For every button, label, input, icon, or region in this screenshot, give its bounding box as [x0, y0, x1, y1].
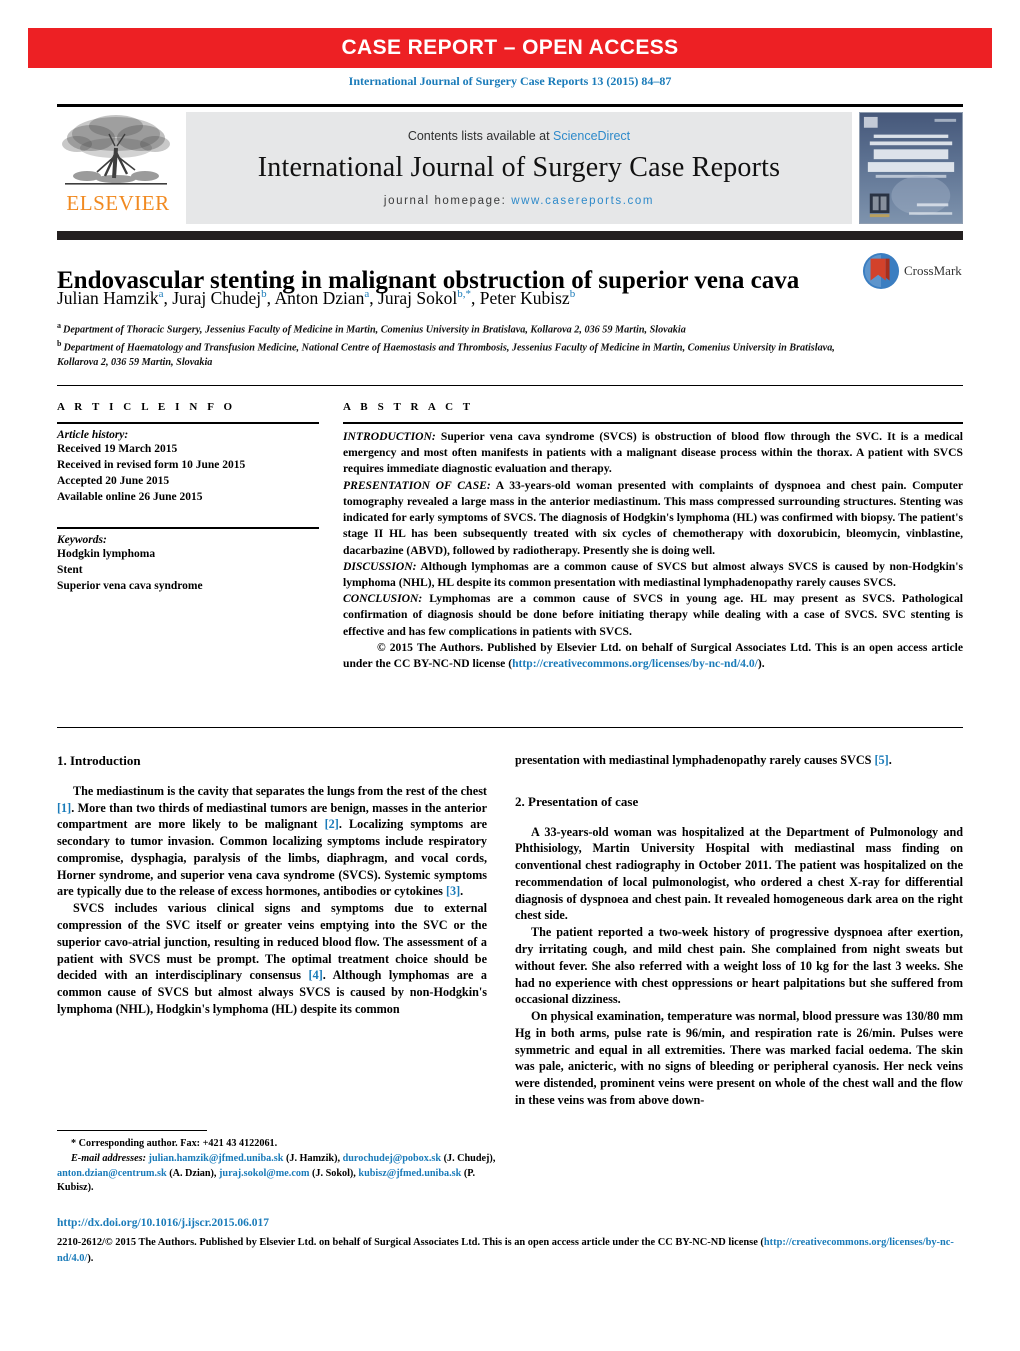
abstract-section-label: DISCUSSION: [343, 559, 417, 573]
journal-homepage-line: journal homepage: www.casereports.com [384, 195, 654, 207]
citation-reference[interactable]: [5] [874, 753, 888, 767]
journal-cover-thumbnail [859, 112, 963, 224]
affiliation-entry: a Department of Thoracic Surgery, Jessen… [57, 321, 686, 336]
footnote-rule [57, 1130, 207, 1131]
elsevier-tree-icon [62, 115, 170, 185]
doi-link[interactable]: http://dx.doi.org/10.1016/j.ijscr.2015.0… [57, 1217, 557, 1229]
contents-prefix: Contents lists available at [407, 129, 554, 143]
info-abstract-top-rule [57, 385, 963, 386]
keywords-lines: Hodgkin lymphoma Stent Superior vena cava … [57, 547, 319, 595]
journal-title: International Journal of Surgery Case Re… [257, 152, 781, 183]
abstract-section: INTRODUCTION: Superior vena cava syndrom… [343, 430, 963, 476]
abstract-section-label: CONCLUSION: [343, 592, 423, 606]
citation-reference[interactable]: [2] [325, 817, 339, 831]
email-link[interactable]: anton.dzian@centrum.sk [57, 1168, 167, 1179]
paragraph-continuation: presentation with mediastinal lymphadeno… [515, 753, 892, 767]
body-paragraph: On physical examination, temperature was… [515, 1009, 963, 1107]
email-addresses-line: E-mail addresses: julian.hamzik@jfmed.un… [57, 1152, 496, 1194]
body-column-left: 1. Introduction The mediastinum is the c… [57, 752, 487, 1018]
author-name: Anton Dzian [274, 288, 365, 308]
header-divider-bar [57, 231, 963, 240]
abstract-section-label: INTRODUCTION: [343, 430, 436, 443]
author-name: Juraj Sokol [378, 288, 458, 308]
citation-reference[interactable]: [3] [446, 884, 460, 898]
left-paragraphs: The mediastinum is the cavity that separ… [57, 783, 487, 1018]
article-history-line: Available online 26 June 2015 [57, 490, 203, 503]
abstract-section: PRESENTATION OF CASE: A 33-years-old wom… [343, 478, 963, 557]
right-paragraphs: A 33-years-old woman was hospitalized at… [515, 824, 963, 1109]
cover-artwork [860, 113, 962, 223]
abstract-column: A B S T R A C T INTRODUCTION: Superior v… [343, 401, 963, 672]
elsevier-wordmark: ELSEVIER [66, 191, 170, 215]
body-paragraph: SVCS includes various clinical signs and… [57, 901, 487, 1016]
body-paragraph: A 33-years-old woman was hospitalized at… [515, 824, 963, 923]
keyword-item: Stent [57, 564, 83, 577]
email-link[interactable]: julian.hamzik@jfmed.uniba.sk [149, 1153, 284, 1164]
article-info-column: A R T I C L E I N F O Article history: R… [57, 401, 319, 595]
abstract-section: CONCLUSION: Lymphomas are a common cause… [343, 592, 963, 638]
author-affiliation-mark: a [364, 288, 370, 301]
abstract-heading: A B S T R A C T [343, 401, 474, 413]
article-history-line: Received in revised form 10 June 2015 [57, 458, 246, 471]
abstract-section-label: PRESENTATION OF CASE: [343, 478, 491, 492]
article-history-lines: Received 19 March 2015 Received in revise… [57, 442, 319, 505]
author-affiliation-mark: b [569, 288, 576, 301]
author-name: Julian Hamzik [57, 288, 159, 308]
crossmark-icon [862, 252, 900, 290]
crossmark-label: CrossMark [904, 263, 962, 278]
abstract-license-link[interactable]: http://creativecommons.org/licenses/by-n… [512, 657, 758, 670]
section-heading-introduction: 1. Introduction [57, 753, 141, 768]
author-affiliation-mark: a [158, 288, 164, 301]
body-paragraph: The patient reported a two-week history … [515, 925, 963, 1007]
info-abstract-bottom-rule [57, 727, 963, 728]
body-column-right: presentation with mediastinal lymphadeno… [515, 752, 963, 1109]
footnote-block: * Corresponding author. Fax: +421 43 412… [57, 1137, 497, 1196]
article-history-line: Accepted 20 June 2015 [57, 474, 170, 487]
contents-lists-line: Contents lists available at ScienceDirec… [408, 129, 630, 143]
author-list: Julian Hamzika, Juraj Chudejb, Anton Dzi… [57, 288, 576, 308]
crossmark-badge[interactable]: CrossMark [862, 248, 962, 294]
section-heading-presentation: 2. Presentation of case [515, 793, 639, 809]
author-affiliation-mark: b [261, 288, 267, 301]
journal-header: ELSEVIER Contents lists available at Sci… [57, 104, 963, 226]
sciencedirect-link[interactable]: ScienceDirect [553, 129, 630, 143]
body-paragraph: The mediastinum is the cavity that separ… [57, 783, 487, 899]
email-link[interactable]: juraj.sokol@me.com [219, 1168, 309, 1179]
journal-title-band: Contents lists available at ScienceDirec… [186, 112, 852, 224]
article-info-heading: A R T I C L E I N F O [57, 401, 236, 413]
article-history-line: Received 19 March 2015 [57, 443, 178, 455]
citation-reference[interactable]: [1] [57, 801, 71, 815]
homepage-prefix: journal homepage: [383, 195, 512, 207]
issn-tail: ). [87, 1252, 94, 1264]
journal-citation: International Journal of Surgery Case Re… [348, 74, 672, 88]
corresponding-author-note: * Corresponding author. Fax: +421 43 412… [71, 1138, 278, 1149]
email-addresses-label: E-mail addresses: [71, 1152, 149, 1164]
article-info-rule [57, 422, 319, 424]
affiliation-list: a Department of Thoracic Surgery, Jessen… [57, 320, 847, 370]
issn-text: 2210-2612/© 2015 The Authors. Published … [57, 1237, 764, 1248]
keywords-label: Keywords: [57, 534, 107, 547]
journal-homepage-link[interactable]: www.casereports.com [511, 195, 654, 207]
abstract-section: DISCUSSION: Although lymphomas are a com… [343, 559, 963, 589]
abstract-copyright: © 2015 The Authors. Published by Elsevie… [343, 640, 963, 671]
author-affiliation-mark: b,* [457, 288, 472, 301]
keyword-item: Hodgkin lymphoma [57, 548, 156, 561]
email-link[interactable]: durochudej@pobox.sk [343, 1153, 441, 1164]
author-name: Peter Kubisz [479, 288, 570, 308]
issn-copyright-line: 2210-2612/© 2015 The Authors. Published … [57, 1235, 963, 1266]
abstract-rule [343, 422, 963, 424]
keyword-item: Superior vena cava syndrome [57, 580, 203, 593]
abstract-body: INTRODUCTION: Superior vena cava syndrom… [343, 429, 963, 672]
banner-label: CASE REPORT – OPEN ACCESS [341, 36, 679, 59]
author-name: Juraj Chudej [172, 288, 262, 308]
citation-reference[interactable]: [4] [309, 968, 323, 982]
elsevier-logo: ELSEVIER [57, 112, 179, 226]
email-link[interactable]: kubisz@jfmed.uniba.sk [358, 1168, 461, 1179]
doi-anchor[interactable]: http://dx.doi.org/10.1016/j.ijscr.2015.0… [57, 1217, 269, 1229]
keywords-block: Keywords: Hodgkin lymphoma Stent Superior … [57, 527, 319, 595]
article-history-label: Article history: [57, 429, 129, 441]
affiliation-entry: b Department of Haematology and Transfus… [57, 338, 835, 368]
keywords-rule [57, 527, 319, 530]
open-access-banner: CASE REPORT – OPEN ACCESS [28, 28, 992, 68]
